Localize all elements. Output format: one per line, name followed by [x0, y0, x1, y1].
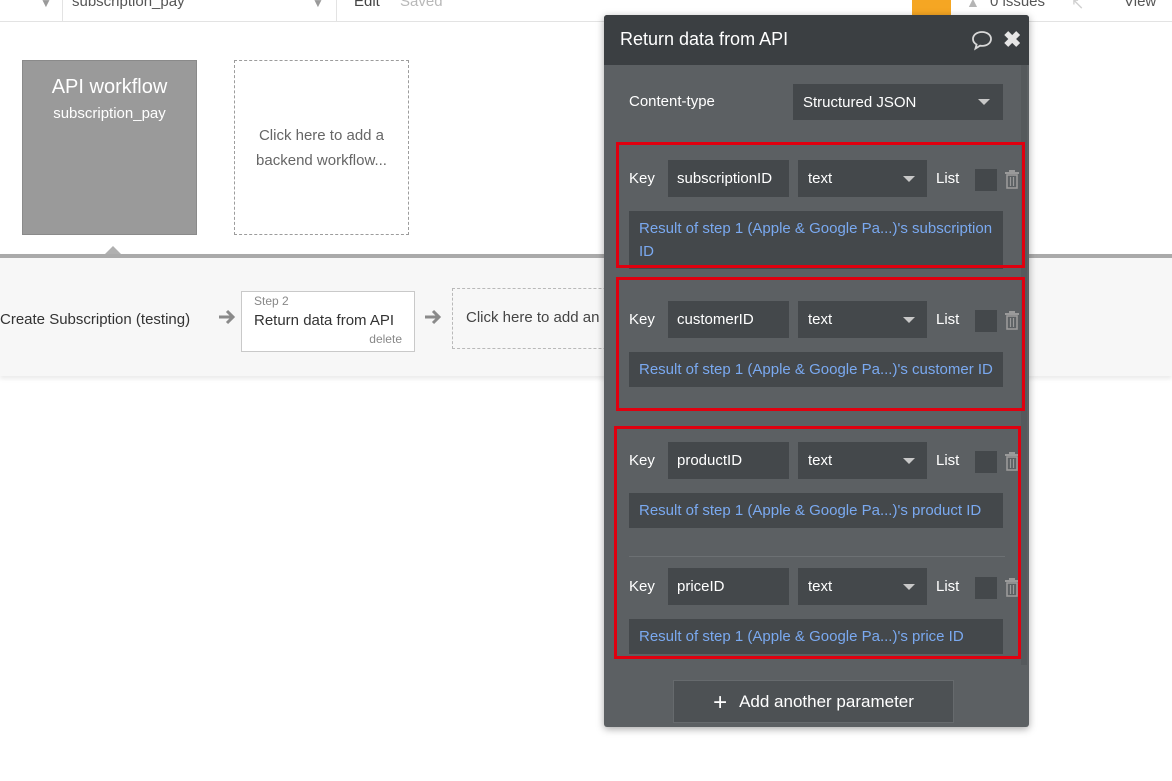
edit-label[interactable]: Edit	[354, 0, 380, 10]
add-action-label: Click here to add an	[466, 309, 600, 326]
highlight-box	[614, 426, 1021, 659]
comment-icon[interactable]	[971, 29, 993, 51]
issues-indicator[interactable]: 0 issues	[990, 0, 1045, 10]
add-backend-workflow[interactable]: Click here to add a backend workflow...	[234, 60, 409, 235]
step-1[interactable]: Create Subscription (testing)	[0, 311, 190, 328]
content-type-label: Content-type	[629, 93, 715, 110]
content-type-value: Structured JSON	[803, 94, 917, 111]
plus-icon: +	[713, 689, 728, 716]
upgrade-button[interactable]	[912, 0, 951, 16]
step-name: Return data from API	[254, 312, 395, 329]
chevron-down-icon	[978, 99, 990, 105]
api-workflow-name: subscription_pay	[53, 105, 166, 122]
panel-title: Return data from API	[620, 29, 789, 49]
chevron-down-icon[interactable]: ▼	[312, 0, 324, 10]
divider	[62, 0, 63, 22]
api-workflow-card[interactable]: API workflow subscription_pay	[22, 60, 197, 235]
add-parameter-button[interactable]: + Add another parameter	[673, 680, 954, 723]
api-workflow-title: API workflow	[51, 76, 168, 98]
page-select[interactable]: subscription_pay	[72, 0, 185, 10]
content-type-select[interactable]: Structured JSON	[793, 84, 1003, 120]
arrow-right-icon	[219, 309, 236, 325]
highlight-box	[616, 142, 1025, 268]
add-backend-workflow-label: Click here to add a backend workflow...	[256, 126, 387, 169]
saved-status: Saved	[400, 0, 443, 10]
add-parameter-label: Add another parameter	[739, 692, 914, 711]
highlight-box	[616, 277, 1025, 411]
cursor-icon[interactable]: ↖	[1071, 0, 1084, 14]
delete-step-link[interactable]: delete	[369, 332, 402, 346]
return-data-panel: Return data from API ✖ Content-type Stru…	[604, 15, 1029, 727]
panel-header: Return data from API ✖	[604, 15, 1029, 65]
step-number: Step 2	[254, 294, 289, 308]
warning-icon: ▲	[966, 0, 980, 10]
close-icon[interactable]: ✖	[1003, 27, 1021, 53]
step-2[interactable]: Step 2 Return data from API delete	[241, 291, 415, 352]
chevron-down-icon[interactable]: ▼	[40, 0, 52, 10]
divider	[336, 0, 337, 22]
view-menu[interactable]: View	[1124, 0, 1156, 10]
arrow-right-icon	[425, 309, 442, 325]
